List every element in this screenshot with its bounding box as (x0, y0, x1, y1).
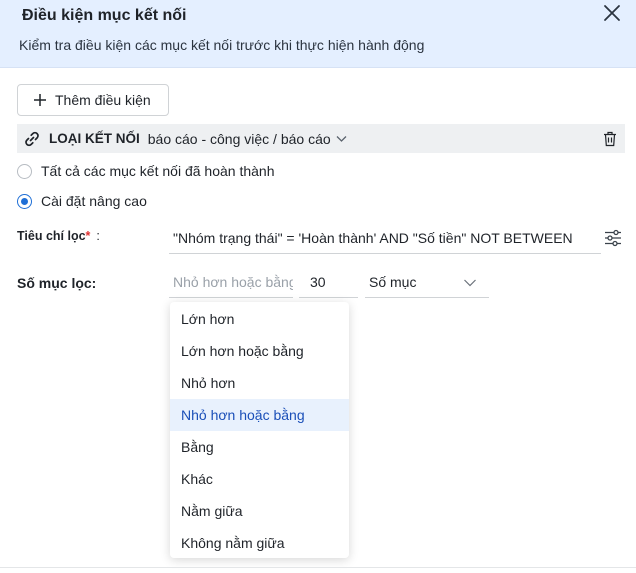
criteria-colon: : (96, 229, 100, 243)
add-condition-button[interactable]: Thêm điều kiện (17, 84, 169, 116)
radio-advanced-settings[interactable]: Cài đặt nâng cao (17, 193, 147, 209)
operator-option[interactable]: Lớn hơn hoặc bằng (170, 335, 349, 367)
radio-all-completed-circle[interactable] (17, 163, 32, 179)
radio-all-completed-label: Tất cả các mục kết nối đã hoàn thành (41, 163, 275, 179)
required-mark: * (85, 229, 91, 243)
operator-option[interactable]: Lớn hơn (170, 303, 349, 335)
divider (0, 567, 636, 568)
operator-option[interactable]: Không nằm giữa (170, 527, 349, 559)
chevron-down-icon (336, 136, 347, 142)
add-condition-label: Thêm điều kiện (55, 92, 151, 108)
operator-option[interactable]: Bằng (170, 431, 349, 463)
operator-option[interactable]: Khác (170, 463, 349, 495)
unit-select-value: Số mục (369, 274, 417, 290)
operator-option[interactable]: Nhỏ hơn (170, 367, 349, 399)
dialog-header: Điều kiện mục kết nối Kiểm tra điều kiện… (0, 0, 636, 68)
connection-type-value: báo cáo - công việc / báo cáo (147, 130, 331, 147)
close-icon[interactable] (601, 2, 623, 24)
operator-option-highlighted[interactable]: Nhỏ hơn hoặc bằng (170, 399, 349, 431)
unit-select[interactable]: Số mục (365, 268, 489, 298)
operator-option[interactable]: Nằm giữa (170, 495, 349, 527)
item-count-number-input[interactable]: 30 (299, 268, 358, 298)
chevron-down-icon (464, 279, 476, 287)
radio-advanced-settings-label: Cài đặt nâng cao (41, 193, 147, 209)
radio-all-completed[interactable]: Tất cả các mục kết nối đã hoàn thành (17, 163, 274, 179)
connection-type-select[interactable]: báo cáo - công việc / báo cáo (148, 131, 348, 147)
filter-criteria-input[interactable]: "Nhóm trạng thái" = 'Hoàn thành' AND "Số… (169, 224, 601, 254)
sliders-icon[interactable] (603, 228, 623, 248)
dialog-title: Điều kiện mục kết nối (22, 7, 187, 24)
connection-condition-dialog: Điều kiện mục kết nối Kiểm tra điều kiện… (0, 0, 636, 573)
filter-criteria-label-text: Tiêu chí lọc (17, 229, 86, 243)
dialog-subtitle: Kiểm tra điều kiện các mục kết nối trước… (19, 37, 425, 53)
connection-type-bar: LOẠI KẾT NỐI báo cáo - công việc / báo c… (17, 124, 625, 153)
radio-advanced-settings-circle[interactable] (17, 193, 32, 209)
filter-criteria-label: Tiêu chí lọc*: (17, 229, 100, 243)
operator-dropdown: Lớn hơn Lớn hơn hoặc bằng Nhỏ hơn Nhỏ hơ… (170, 302, 349, 558)
item-count-label: Số mục lọc: (17, 275, 97, 291)
link-icon (25, 131, 39, 146)
trash-icon[interactable] (603, 131, 617, 147)
plus-icon (34, 94, 46, 106)
connection-type-label: LOẠI KẾT NỐI (49, 131, 140, 146)
operator-select[interactable]: Nhỏ hơn hoặc bằng (169, 268, 293, 298)
